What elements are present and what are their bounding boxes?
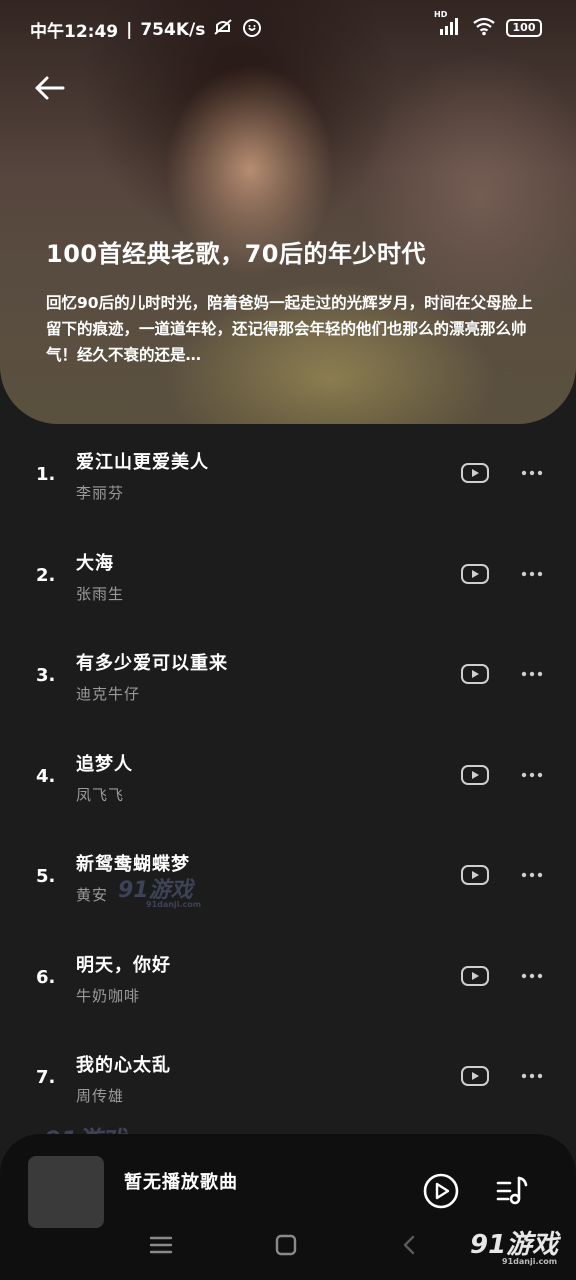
more-options-button[interactable] bbox=[519, 766, 545, 784]
status-separator: | bbox=[126, 19, 133, 40]
watermark-brand: 91游戏 bbox=[470, 1230, 559, 1260]
now-playing-text[interactable]: 暂无播放歌曲 bbox=[124, 1168, 238, 1194]
song-artist[interactable]: 牛奶咖啡 bbox=[76, 985, 140, 1006]
nav-back-icon bbox=[403, 1235, 415, 1255]
now-playing-cover[interactable] bbox=[28, 1156, 104, 1228]
song-artist[interactable]: 黄安 bbox=[76, 884, 108, 905]
song-artist[interactable]: 张雨生 bbox=[76, 583, 124, 604]
more-options-button[interactable] bbox=[519, 464, 545, 482]
play-video-button[interactable] bbox=[460, 663, 490, 685]
watermark-url: 91danji.com bbox=[502, 1257, 558, 1266]
more-options-button[interactable] bbox=[519, 866, 545, 884]
back-button[interactable] bbox=[32, 70, 68, 106]
mini-player[interactable]: 暂无播放歌曲 91游戏 91danji.com bbox=[0, 1134, 576, 1280]
battery-indicator: 100 bbox=[506, 19, 542, 37]
status-time: 中午12:49 bbox=[30, 22, 119, 42]
play-video-button[interactable] bbox=[460, 462, 490, 484]
song-row[interactable]: 2. 大海张雨生 bbox=[0, 525, 576, 626]
more-dots-icon bbox=[521, 470, 543, 476]
playlist-queue-button[interactable] bbox=[495, 1174, 531, 1208]
song-title: 大海 bbox=[76, 552, 114, 574]
video-play-icon bbox=[461, 764, 489, 785]
song-row[interactable]: 5. 新鸳鸯蝴蝶梦 黄安 bbox=[0, 826, 576, 927]
song-index: 2. bbox=[36, 564, 56, 586]
video-play-icon bbox=[461, 664, 489, 684]
play-video-button[interactable] bbox=[460, 965, 490, 987]
song-title: 我的心太乱 bbox=[76, 1055, 171, 1076]
song-title: 有多少爱可以重来 bbox=[76, 653, 228, 674]
more-options-button[interactable] bbox=[519, 967, 545, 985]
video-play-icon bbox=[461, 563, 489, 584]
song-index: 7. bbox=[36, 1067, 56, 1088]
video-play-icon bbox=[461, 1066, 489, 1086]
nav-home-button[interactable] bbox=[274, 1233, 298, 1257]
alarm-icon bbox=[241, 16, 263, 43]
status-left: 中午12:49 | 754K/s bbox=[30, 16, 263, 43]
nav-menu-button[interactable] bbox=[148, 1234, 174, 1256]
song-artist[interactable]: 李丽芬 bbox=[76, 482, 124, 503]
song-index: 4. bbox=[36, 765, 56, 787]
song-row[interactable]: 4. 追梦人凤飞飞 bbox=[0, 726, 576, 827]
nav-back-button[interactable] bbox=[400, 1234, 418, 1256]
status-bar: 中午12:49 | 754K/s HD 100 bbox=[0, 0, 576, 56]
more-dots-icon bbox=[521, 671, 543, 677]
song-row[interactable]: 1. 爱江山更爱美人 李丽芬 bbox=[0, 424, 576, 525]
player-play-button[interactable] bbox=[422, 1172, 460, 1210]
mute-icon bbox=[213, 17, 233, 42]
song-index: 1. bbox=[36, 464, 56, 485]
song-list: 1. 爱江山更爱美人 李丽芬 2. 大海张雨生 3. 有多少爱可以重来 迪克牛仔 4. 追梦人凤飞… bbox=[0, 424, 576, 1128]
menu-icon bbox=[149, 1236, 173, 1254]
playlist-title: 100首经典老歌，70后的年少时代 bbox=[46, 240, 426, 268]
more-dots-icon bbox=[521, 1073, 543, 1079]
play-video-button[interactable] bbox=[460, 1065, 490, 1087]
watermark-url: 91danji.com bbox=[146, 900, 202, 909]
song-index: 3. bbox=[36, 665, 56, 686]
song-index: 5. bbox=[36, 866, 56, 887]
music-playlist-screen: 中午12:49 | 754K/s HD 100 100首经典老歌，70后的年少时… bbox=[0, 0, 576, 1280]
arrow-left-icon bbox=[35, 76, 65, 100]
home-square-icon bbox=[275, 1234, 297, 1256]
watermark: 91游戏 91danji.com bbox=[470, 1224, 558, 1266]
more-options-button[interactable] bbox=[519, 1067, 545, 1085]
song-row[interactable]: 3. 有多少爱可以重来 迪克牛仔 bbox=[0, 625, 576, 726]
song-index: 6. bbox=[36, 966, 56, 988]
song-title: 爱江山更爱美人 bbox=[76, 452, 209, 473]
signal-icon: HD bbox=[434, 10, 462, 40]
more-dots-icon bbox=[521, 772, 543, 777]
more-dots-icon bbox=[521, 872, 543, 878]
video-play-icon bbox=[461, 463, 489, 483]
play-video-button[interactable] bbox=[460, 864, 490, 886]
video-play-icon bbox=[461, 865, 489, 885]
more-dots-icon bbox=[521, 571, 543, 576]
song-artist[interactable]: 凤飞飞 bbox=[76, 784, 124, 805]
play-video-button[interactable] bbox=[460, 563, 490, 585]
playlist-description[interactable]: 回忆90后的儿时时光，陪着爸妈一起走过的光辉岁月，时间在父母脸上留下的痕迹，一道… bbox=[46, 290, 536, 368]
more-options-button[interactable] bbox=[519, 665, 545, 683]
status-speed: 754K/s bbox=[140, 19, 206, 40]
circle-play-icon bbox=[423, 1173, 459, 1209]
watermark: 91游戏 91danji.com bbox=[118, 872, 201, 909]
song-title: 追梦人 bbox=[76, 753, 133, 775]
song-row[interactable]: 7. 我的心太乱周传雄 bbox=[0, 1027, 576, 1128]
more-options-button[interactable] bbox=[519, 565, 545, 583]
wifi-icon bbox=[472, 16, 496, 40]
more-dots-icon bbox=[521, 973, 543, 978]
song-artist[interactable]: 迪克牛仔 bbox=[76, 683, 140, 704]
play-video-button[interactable] bbox=[460, 764, 490, 786]
song-row[interactable]: 6. 明天，你好牛奶咖啡 bbox=[0, 927, 576, 1028]
signal-hd-label: HD bbox=[434, 10, 448, 19]
song-title: 明天，你好 bbox=[76, 954, 171, 976]
video-play-icon bbox=[461, 965, 489, 986]
playlist-music-icon bbox=[496, 1176, 528, 1205]
status-right: HD 100 bbox=[434, 10, 542, 40]
song-artist[interactable]: 周传雄 bbox=[76, 1085, 124, 1106]
